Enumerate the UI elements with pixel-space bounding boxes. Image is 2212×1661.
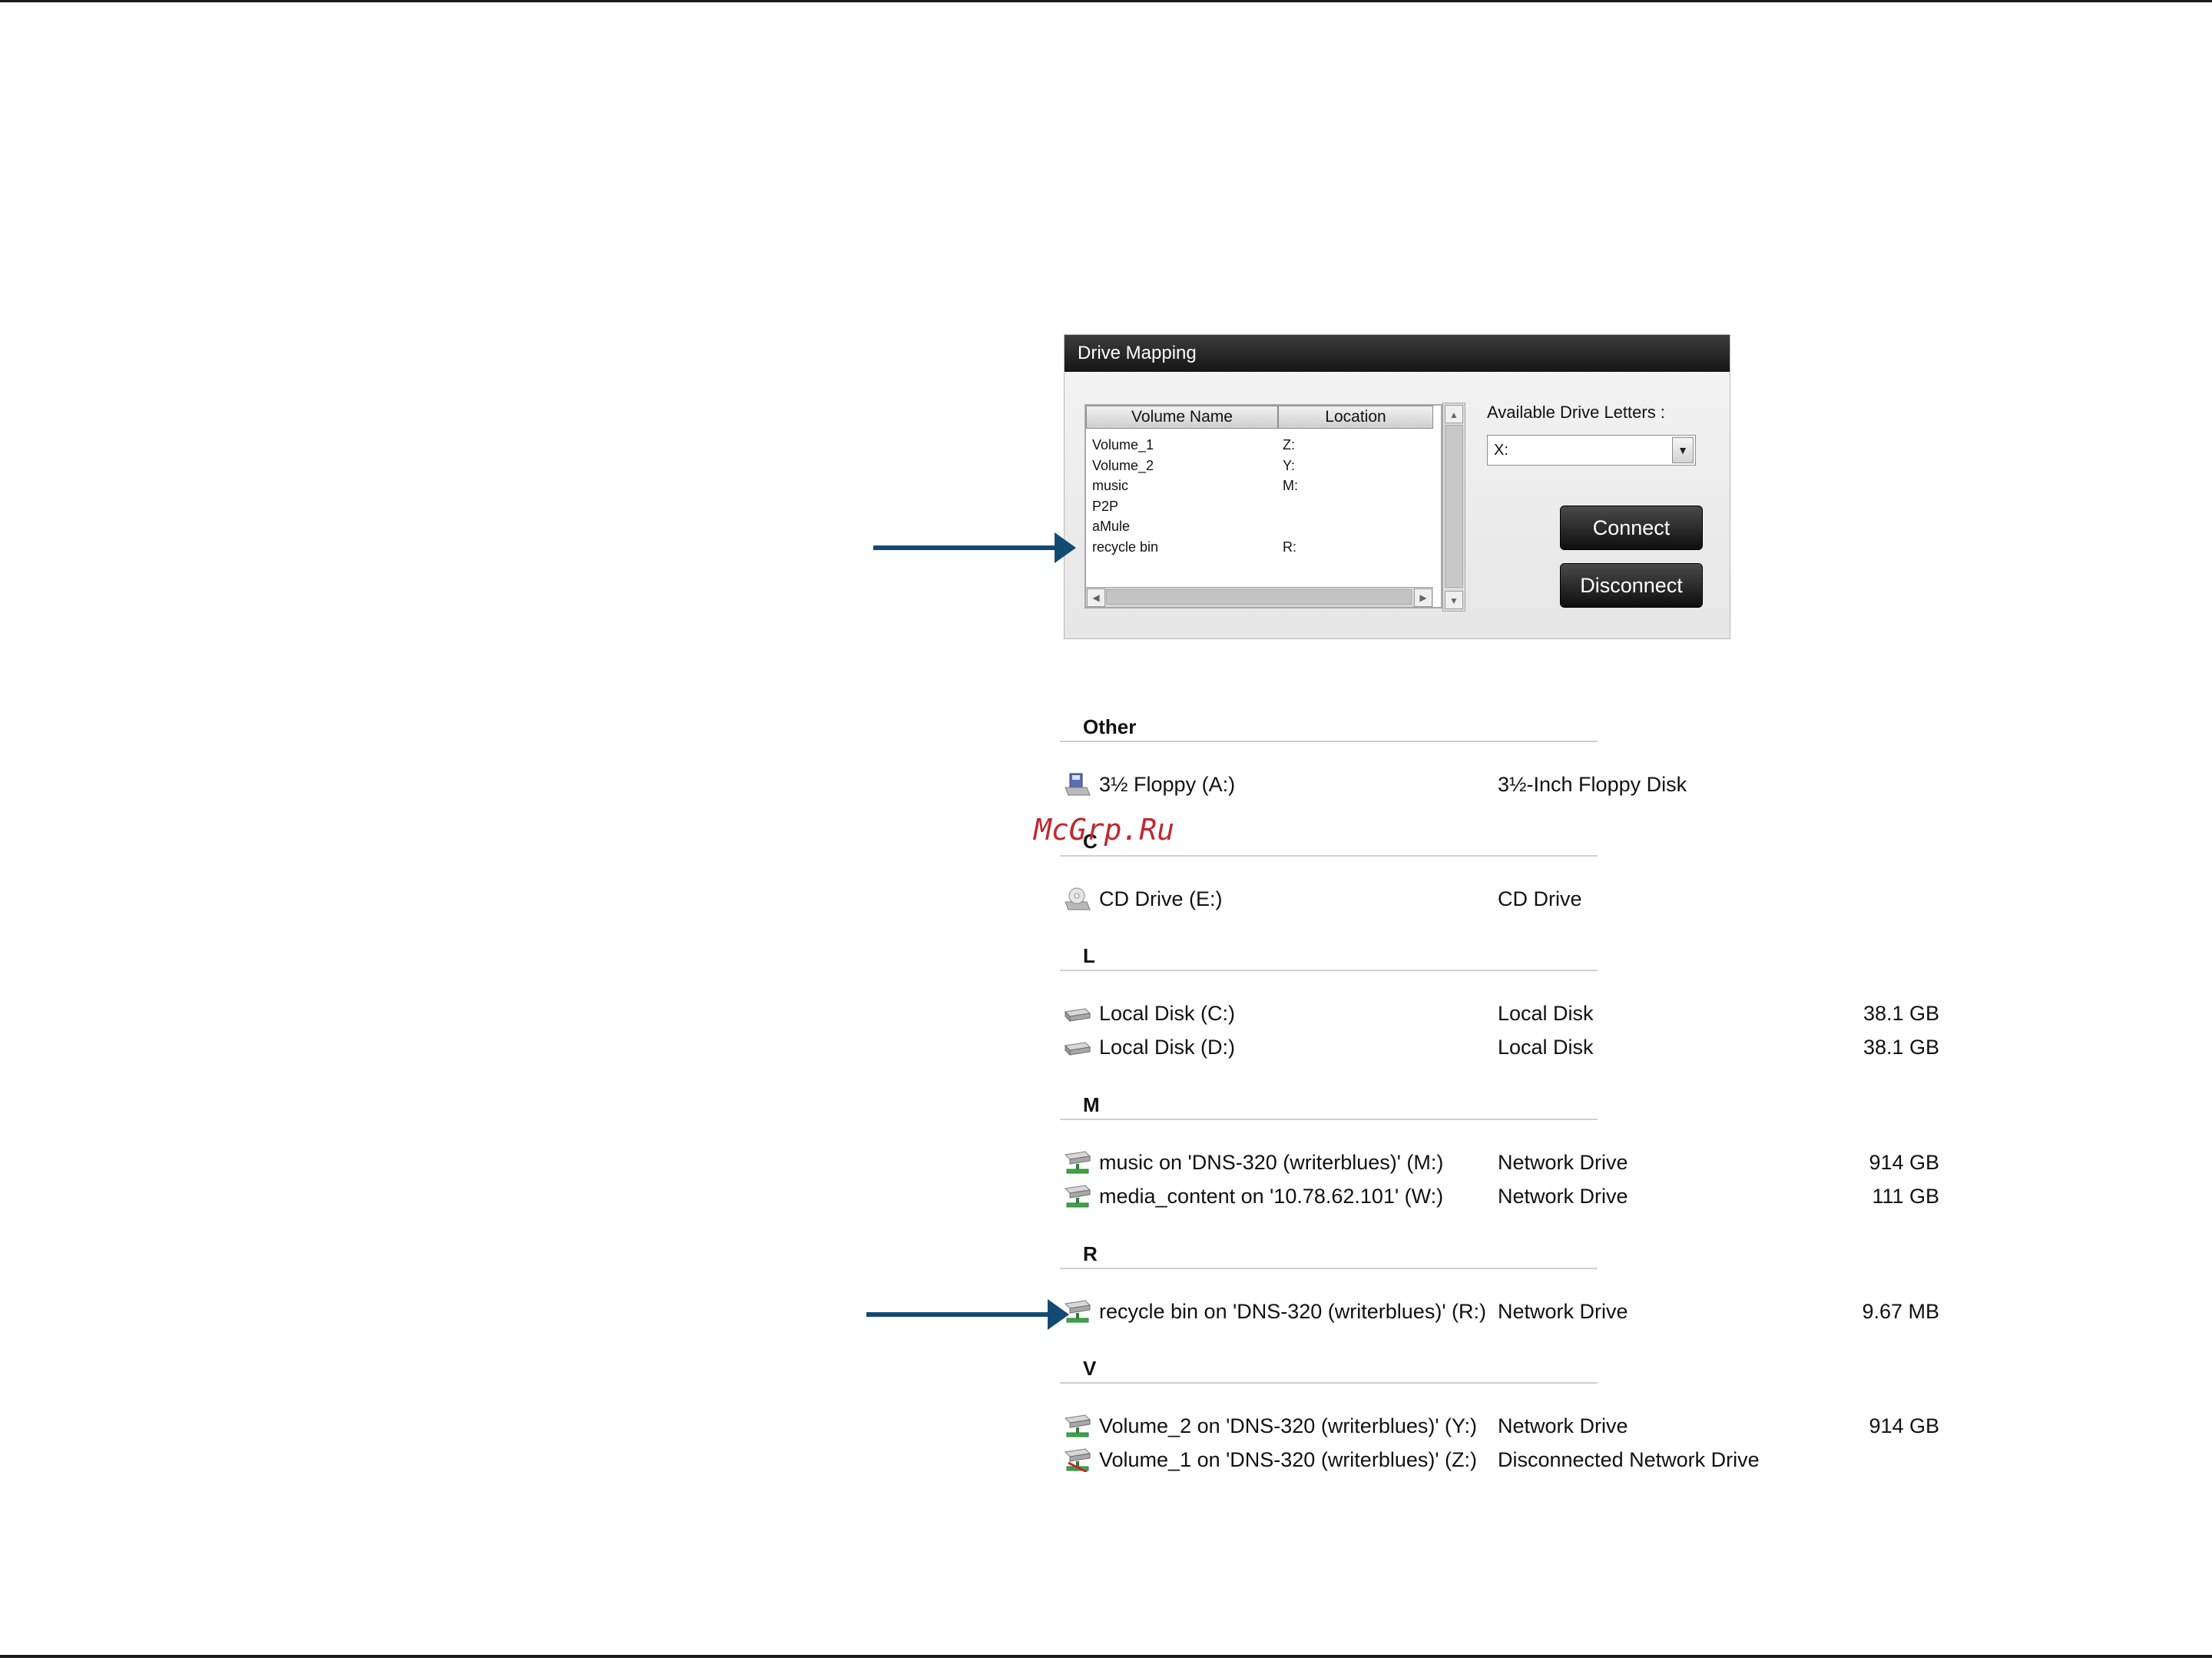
list-item[interactable]: Volume_1 Z: [1092, 435, 1430, 456]
available-drive-letters-label: Available Drive Letters : [1487, 403, 1665, 422]
group-header: V [1060, 1354, 1598, 1384]
volume-location: Z: [1283, 437, 1295, 453]
cd-drive-icon [1065, 887, 1091, 910]
chevron-down-icon[interactable]: ▼ [1672, 437, 1694, 463]
drive-letter-value: X: [1494, 442, 1508, 459]
volume-list[interactable]: Volume Name Location Volume_1 Z: Volume_2… [1084, 404, 1442, 608]
drive-name: Local Disk (C:) [1099, 1002, 1236, 1025]
column-location[interactable]: Location [1278, 406, 1433, 429]
network-drive-icon [1064, 1300, 1091, 1323]
local-disk-icon [1064, 1008, 1091, 1023]
drive-item-cd[interactable]: CD Drive (E:) CD Drive [1064, 882, 1939, 916]
drive-size: 914 GB [1869, 1414, 1939, 1437]
list-item[interactable]: music M: [1092, 476, 1430, 496]
volume-name: aMule [1092, 519, 1131, 534]
drive-name: 3½ Floppy (A:) [1099, 773, 1236, 796]
volume-location: R: [1283, 539, 1296, 555]
drive-type: Network Drive [1498, 1185, 1628, 1208]
disconnect-button[interactable]: Disconnect [1560, 563, 1703, 608]
scroll-left-icon[interactable]: ◀ [1087, 588, 1105, 607]
group-v: V [1060, 1354, 1598, 1384]
horizontal-scrollbar[interactable]: ◀ ▶ [1086, 587, 1433, 607]
drive-item-music[interactable]: music on 'DNS-320 (writerblues)' (M:) Ne… [1064, 1145, 1939, 1179]
drive-type: Local Disk [1498, 1002, 1594, 1025]
drive-size: 9.67 MB [1862, 1300, 1939, 1323]
drive-type: Disconnected Network Drive [1498, 1448, 1760, 1471]
group-other: Other [1060, 713, 1598, 742]
list-item[interactable]: Volume_2 Y: [1092, 456, 1430, 476]
scroll-up-icon[interactable]: ▲ [1445, 405, 1463, 423]
local-disk-icon [1064, 1042, 1091, 1056]
list-item[interactable]: P2P [1092, 496, 1430, 517]
volume-name: P2P [1092, 498, 1119, 514]
drive-name: CD Drive (E:) [1099, 887, 1223, 910]
horizontal-scroll-thumb[interactable] [1106, 589, 1412, 605]
group-m: M [1060, 1091, 1598, 1120]
drive-item-media-content[interactable]: media_content on '10.78.62.101' (W:) Net… [1064, 1179, 1939, 1213]
group-header: R [1060, 1240, 1598, 1269]
volume-name: Volume_1 [1092, 437, 1154, 453]
top-rule [0, 0, 2212, 2]
floppy-icon [1065, 773, 1091, 796]
scroll-right-icon[interactable]: ▶ [1414, 588, 1432, 607]
column-volume-name[interactable]: Volume Name [1086, 406, 1278, 429]
drive-letter-select[interactable]: X: ▼ [1487, 435, 1696, 466]
drive-item-local-c[interactable]: Local Disk (C:) Local Disk 38.1 GB [1064, 996, 1939, 1030]
vertical-scroll-thumb[interactable] [1445, 425, 1463, 588]
drive-size: 914 GB [1869, 1151, 1939, 1174]
drive-item-floppy[interactable]: 3½ Floppy (A:) 3½-Inch Floppy Disk [1064, 768, 1939, 801]
scroll-down-icon[interactable]: ▼ [1445, 591, 1463, 609]
drive-mapping-dialog: Drive Mapping Volume Name Location Volum… [1064, 334, 1730, 639]
connect-button[interactable]: Connect [1560, 506, 1703, 550]
drive-name: music on 'DNS-320 (writerblues)' (M:) [1099, 1151, 1444, 1174]
volume-name: Volume_2 [1092, 457, 1154, 473]
arrow-right-icon [1055, 532, 1076, 563]
watermark: McGrp.Ru [1034, 813, 1175, 847]
drive-name: Volume_1 on 'DNS-320 (writerblues)' (Z:) [1099, 1448, 1477, 1471]
group-r: R [1060, 1240, 1598, 1269]
list-header: Volume Name Location [1086, 406, 1433, 429]
list-item[interactable]: aMule [1092, 516, 1430, 537]
drive-name: recycle bin on 'DNS-320 (writerblues)' (… [1099, 1300, 1486, 1323]
volume-location: M: [1283, 478, 1298, 493]
drive-item-local-d[interactable]: Local Disk (D:) Local Disk 38.1 GB [1064, 1030, 1939, 1064]
bottom-rule [0, 1655, 2212, 1658]
drive-size: 38.1 GB [1863, 1036, 1939, 1059]
group-header: L [1060, 942, 1598, 971]
drive-type: Local Disk [1498, 1036, 1594, 1059]
drive-name: Local Disk (D:) [1099, 1036, 1236, 1059]
drive-type: Network Drive [1498, 1151, 1628, 1174]
list-item[interactable]: recycle bin R: [1092, 537, 1430, 558]
drive-type: 3½-Inch Floppy Disk [1498, 773, 1687, 796]
drive-size: 38.1 GB [1863, 1002, 1939, 1025]
drive-item-recycle-bin[interactable]: recycle bin on 'DNS-320 (writerblues)' (… [1064, 1295, 1939, 1328]
disconnected-network-drive-icon [1064, 1448, 1091, 1472]
drive-name: media_content on '10.78.62.101' (W:) [1099, 1185, 1444, 1208]
network-drive-icon [1064, 1185, 1091, 1208]
drive-size: 111 GB [1872, 1185, 1939, 1208]
group-l: L [1060, 942, 1598, 971]
dialog-title: Drive Mapping [1065, 335, 1730, 372]
vertical-scrollbar[interactable]: ▲ ▼ [1442, 403, 1465, 612]
network-drive-icon [1064, 1414, 1091, 1437]
drive-type: Network Drive [1498, 1414, 1628, 1437]
volume-location: Y: [1283, 457, 1296, 473]
volume-rows: Volume_1 Z: Volume_2 Y: music M: P2P aMule … [1092, 435, 1430, 557]
group-header: M [1060, 1091, 1598, 1120]
drive-item-volume-1[interactable]: Volume_1 on 'DNS-320 (writerblues)' (Z:)… [1064, 1443, 1939, 1477]
volume-name: music [1092, 478, 1129, 493]
network-drive-icon [1064, 1151, 1091, 1174]
drive-name: Volume_2 on 'DNS-320 (writerblues)' (Y:) [1099, 1414, 1478, 1437]
drive-type: Network Drive [1498, 1300, 1628, 1323]
drive-item-volume-2[interactable]: Volume_2 on 'DNS-320 (writerblues)' (Y:)… [1064, 1409, 1939, 1443]
group-header: Other [1060, 713, 1598, 742]
volume-name: recycle bin [1092, 539, 1159, 555]
drive-type: CD Drive [1498, 887, 1582, 910]
